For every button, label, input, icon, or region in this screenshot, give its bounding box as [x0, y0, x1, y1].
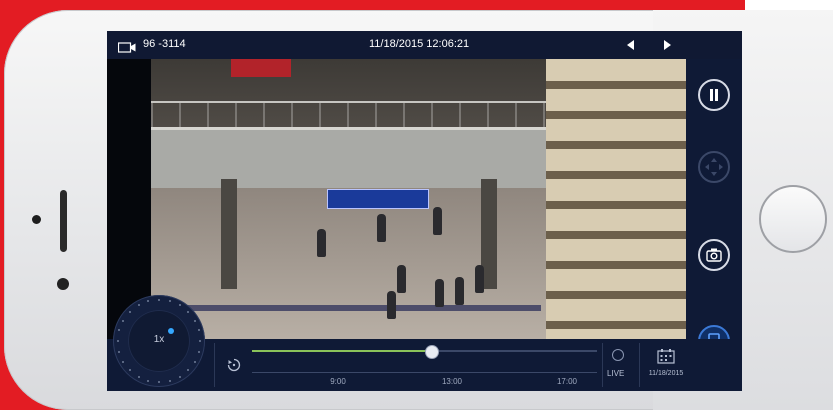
scene-person — [455, 277, 464, 305]
camera-name: 96 -3114 — [143, 38, 186, 50]
zoom-dial-tick — [178, 375, 181, 378]
scene-walkway-bridge — [151, 127, 571, 188]
zoom-dial-tick — [168, 379, 171, 382]
triangle-right-icon — [664, 40, 671, 50]
zoom-dial-center[interactable]: 1x — [128, 310, 190, 372]
divider — [639, 343, 640, 387]
scene-person — [433, 207, 442, 235]
divider — [602, 343, 603, 387]
phone-front-camera — [32, 215, 41, 224]
scene-person — [397, 265, 406, 293]
zoom-dial-tick — [193, 319, 196, 322]
playback-slider-thumb[interactable] — [425, 345, 440, 359]
scene-person — [435, 279, 444, 307]
app-screen: 96 -3114 11/18/2015 12:06:21 9:00 13:00 … — [107, 31, 742, 391]
zoom-dial[interactable]: 1x — [113, 295, 205, 387]
zoom-level-label: 1x — [153, 334, 165, 345]
right-toolbar — [686, 59, 742, 357]
scene-red-banner — [231, 59, 291, 77]
timeline-axis[interactable] — [252, 372, 597, 373]
camera-snapshot-icon — [706, 248, 722, 262]
replay-button[interactable] — [226, 357, 242, 373]
live-button-label[interactable]: LIVE — [607, 369, 624, 378]
timeline-tick-label: 9:00 — [330, 377, 346, 386]
scene-person — [387, 291, 396, 319]
scene-person — [475, 265, 484, 293]
zoom-dial-tick — [147, 379, 150, 382]
zoom-dial-tick — [117, 340, 119, 342]
zoom-dial-tick — [137, 375, 140, 378]
video-timestamp: 11/18/2015 12:06:21 — [369, 38, 470, 50]
ptz-control-button[interactable] — [698, 151, 730, 183]
zoom-dial-tick — [186, 311, 189, 313]
date-button-label[interactable]: 11/18/2015 — [643, 370, 689, 377]
zoom-dial-tick — [147, 300, 150, 303]
zoom-dial-tick — [129, 311, 131, 313]
zoom-dial-tick — [193, 360, 196, 363]
zoom-dial-tick — [168, 300, 171, 303]
scene-directional-sign — [327, 189, 429, 209]
playback-progress — [252, 350, 432, 352]
triangle-left-icon — [627, 40, 634, 50]
pause-button[interactable] — [698, 79, 730, 111]
zoom-dial-tick — [158, 381, 160, 383]
zoom-dial-tick — [122, 360, 125, 363]
top-bar: 96 -3114 11/18/2015 12:06:21 — [107, 31, 742, 59]
zoom-dial-tick — [197, 329, 200, 332]
calendar-button[interactable] — [657, 348, 675, 369]
zoom-dial-tick — [199, 340, 201, 342]
zoom-dial-tick — [118, 329, 121, 332]
pause-icon — [710, 89, 718, 101]
zoom-dial-tick — [178, 304, 181, 307]
scene-person — [317, 229, 326, 257]
timeline-tick-label: 17:00 — [556, 377, 578, 386]
camera-video-feed[interactable] — [151, 59, 686, 339]
zoom-dial-tick — [158, 299, 160, 301]
playback-slider[interactable] — [252, 345, 597, 359]
phone-home-button — [759, 185, 827, 253]
divider — [214, 343, 215, 387]
snapshot-button[interactable] — [698, 239, 730, 271]
zoom-dial-tick — [186, 368, 189, 371]
zoom-dial-tick — [137, 304, 140, 307]
zoom-dial-tick — [197, 350, 200, 353]
scene-moving-walkway — [151, 305, 541, 311]
scene-person — [377, 214, 386, 242]
replay-icon — [227, 358, 241, 372]
zoom-dial-tick — [122, 319, 125, 322]
video-camera-icon — [117, 40, 136, 58]
previous-camera-button[interactable] — [623, 37, 639, 53]
scene-building-facade — [546, 59, 686, 339]
next-camera-button[interactable] — [659, 37, 675, 53]
phone-sensor — [57, 278, 69, 290]
live-clock-icon[interactable] — [612, 349, 624, 361]
scene-column — [221, 179, 237, 289]
phone-speaker — [60, 190, 67, 252]
zoom-dial-tick — [118, 350, 121, 353]
calendar-icon — [657, 349, 675, 364]
ptz-directional-icon — [705, 158, 723, 176]
zoom-dial-tick — [129, 368, 131, 371]
timeline-tick-label: 13:00 — [441, 377, 463, 386]
